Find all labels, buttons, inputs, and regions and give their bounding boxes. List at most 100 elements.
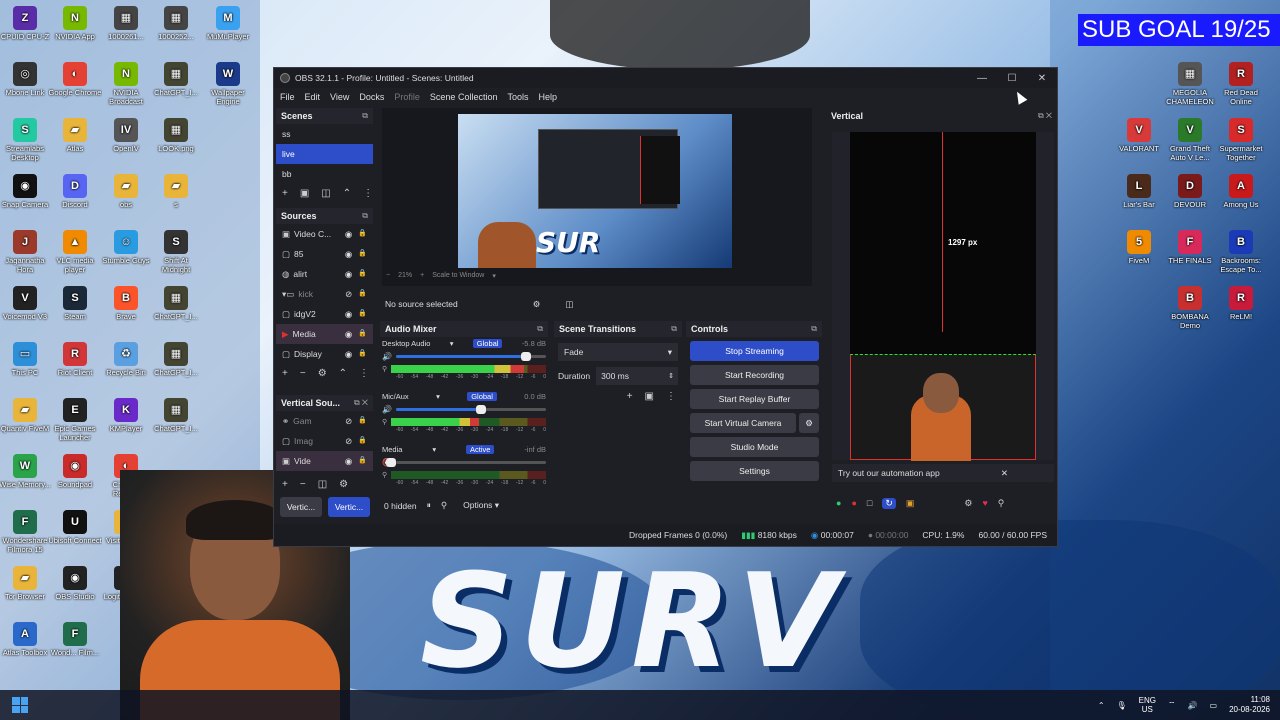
menu-docks[interactable]: Docks (359, 92, 384, 102)
heart-icon[interactable]: ♥ (982, 498, 987, 508)
desktop-icon[interactable]: ▦ LOOK.png (149, 118, 203, 163)
menu-help[interactable]: Help (538, 92, 557, 102)
undock-icon[interactable]: ⧉ (362, 211, 368, 221)
desktop-icon[interactable]: K KMPlayer (99, 398, 153, 443)
studio-mode-button[interactable]: Studio Mode (690, 437, 819, 457)
desktop-icon[interactable]: R ReLM! (1214, 286, 1268, 331)
lock-icon[interactable]: 🔒 (358, 436, 367, 447)
visibility-eye-icon[interactable]: ◉ (345, 269, 352, 280)
source-item[interactable]: ▣ Vide ◉ 🔒 (276, 451, 373, 471)
volume-slider[interactable] (395, 405, 546, 414)
zoom-in-icon[interactable]: + (420, 272, 424, 280)
desktop-icon[interactable]: S Supermarket Together (1214, 118, 1268, 163)
volume-icon[interactable]: 🔊 (1188, 701, 1198, 710)
add-source-icon[interactable]: + (282, 368, 288, 379)
source-item[interactable]: ▢ Imag ⊘ 🔒 (276, 431, 373, 451)
add-scene-icon[interactable]: + (282, 188, 288, 199)
source-item[interactable]: ◍ alirt ◉ 🔒 (276, 264, 373, 284)
lock-icon[interactable]: 🔒 (358, 349, 367, 360)
desktop-icon[interactable]: ☺ Stumble Guys (99, 230, 153, 275)
desktop-icon[interactable]: ◉ Snap Camera (0, 174, 52, 219)
settings-button[interactable]: Settings (690, 461, 819, 481)
microphone-icon[interactable]: 🎙 (1117, 701, 1127, 710)
desktop-icon[interactable]: M MuMuPlayer (201, 6, 255, 51)
desktop-icon[interactable]: ▦ 1000261... (99, 6, 153, 51)
desktop-icon[interactable]: L Liar's Bar (1112, 174, 1166, 219)
lock-icon[interactable]: ⚲ (382, 365, 387, 373)
desktop-icon[interactable]: ♻ Recycle Bin (99, 342, 153, 387)
duration-input[interactable]: 300 ms ⇕ (596, 367, 678, 385)
source-item[interactable]: ▾▭ kick ⊘ 🔒 (276, 284, 373, 304)
desktop-icon[interactable]: ◐ Google Chrome (48, 62, 102, 107)
desktop-icon[interactable]: J Jagannatha Hora (0, 230, 52, 275)
camera-icon[interactable]: ▣ (906, 498, 915, 509)
lock-icon[interactable]: 🔒 (358, 456, 367, 467)
desktop-icon[interactable]: A Among Us (1214, 174, 1268, 219)
menu-tools[interactable]: Tools (507, 92, 528, 102)
chevron-down-icon[interactable]: ▾ (492, 272, 496, 280)
gear-icon[interactable]: ⚙ (964, 498, 972, 509)
desktop-icon[interactable]: A Atlas Toolbox (0, 622, 52, 667)
desktop-icon[interactable]: ◎ Mbone Link (0, 62, 52, 107)
desktop-icon[interactable]: R Riot Client (48, 342, 102, 387)
desktop-icon[interactable]: ▰ Quantiv FiveM (0, 398, 52, 443)
remove-source-icon[interactable]: − (300, 479, 306, 490)
desktop-icon[interactable]: 5 FiveM (1112, 230, 1166, 275)
source-item[interactable]: ⚭ Gam ⊘ 🔒 (276, 411, 373, 431)
chevron-up-icon[interactable]: ⌃ (1098, 701, 1105, 710)
menu-scene-collection[interactable]: Scene Collection (430, 92, 498, 102)
speaker-icon[interactable]: 🔊 (382, 352, 392, 361)
desktop-icon[interactable]: F THE FINALS (1163, 230, 1217, 275)
battery-icon[interactable]: ▭ (1210, 701, 1218, 710)
transition-select[interactable]: Fade ▾ (558, 343, 678, 361)
visibility-eye-icon[interactable]: ◉ (345, 229, 352, 240)
desktop-icon[interactable]: B BOMBANA Demo (1163, 286, 1217, 331)
desktop-icon[interactable]: ▰ s (149, 174, 203, 219)
undock-icon[interactable]: ⧉ (362, 111, 368, 121)
pause-icon[interactable]: ⏸ (427, 500, 431, 511)
close-icon[interactable]: ⧉ ✕ (1038, 111, 1052, 121)
visibility-eye-icon[interactable]: ◉ (345, 349, 352, 360)
settings-icon[interactable]: ⚲ (998, 498, 1005, 509)
wifi-icon[interactable]: ⌔ (1168, 700, 1176, 710)
options-button[interactable]: Options ▾ (463, 500, 499, 511)
record-icon[interactable]: ● (851, 498, 856, 508)
link-icon[interactable]: ⚲ (441, 500, 447, 511)
visibility-eye-icon[interactable]: ◉ (345, 309, 352, 320)
desktop-icon[interactable]: B Brave (99, 286, 153, 331)
desktop-icon[interactable]: V Grand Theft Auto V Le... (1163, 118, 1217, 163)
lock-icon[interactable]: 🔒 (358, 329, 367, 340)
lock-icon[interactable]: 🔒 (358, 289, 367, 300)
desktop-icon[interactable]: ▲ VLC media player (48, 230, 102, 275)
source-item[interactable]: ▢ Display ◉ 🔒 (276, 344, 373, 364)
scale-select[interactable]: Scale to Window (432, 272, 484, 280)
visibility-eye-icon[interactable]: ⊘ (345, 289, 352, 300)
move-up-icon[interactable]: ⌃ (339, 368, 347, 379)
start-replay-buffer-button[interactable]: Start Replay Buffer (690, 389, 819, 409)
scene-item-selected[interactable]: live (276, 144, 373, 164)
stop-streaming-button[interactable]: Stop Streaming (690, 341, 819, 361)
chevron-down-icon[interactable]: ▾ (436, 392, 440, 401)
desktop-icon[interactable]: S Steam (48, 286, 102, 331)
start-recording-button[interactable]: Start Recording (690, 365, 819, 385)
source-item[interactable]: ▢ idgV2 ◉ 🔒 (276, 304, 373, 324)
desktop-icon[interactable]: W Wise Memory... (0, 454, 52, 499)
scene-item[interactable]: bb (276, 164, 373, 184)
remove-scene-icon[interactable]: ▣ (300, 188, 309, 199)
selection-box[interactable] (850, 354, 1036, 461)
lock-icon[interactable]: 🔒 (358, 309, 367, 320)
clock[interactable]: 11:08 20-08-2026 (1229, 695, 1270, 715)
menu-profile[interactable]: Profile (394, 92, 420, 102)
chevron-down-icon[interactable]: ▾ (432, 445, 436, 454)
desktop-icon[interactable]: ▰ obs (99, 174, 153, 219)
desktop-icon[interactable]: V VALORANT (1112, 118, 1166, 163)
add-transition-icon[interactable]: + (627, 391, 633, 402)
desktop-icon[interactable]: ▦ ChatGPT_I... (149, 286, 203, 331)
desktop-icon[interactable]: F Wondershare Filmora 15 (0, 510, 52, 555)
windows-start-icon[interactable] (12, 697, 28, 713)
gear-icon[interactable]: ⚙ (533, 299, 541, 310)
more-icon[interactable]: ⋮ (363, 188, 373, 199)
desktop-icon[interactable]: ▰ Atlas (48, 118, 102, 163)
main-preview[interactable]: SUR − 21% + Scale to Window ▾ (382, 108, 812, 286)
promo-text[interactable]: Try out our automation app (838, 468, 940, 478)
